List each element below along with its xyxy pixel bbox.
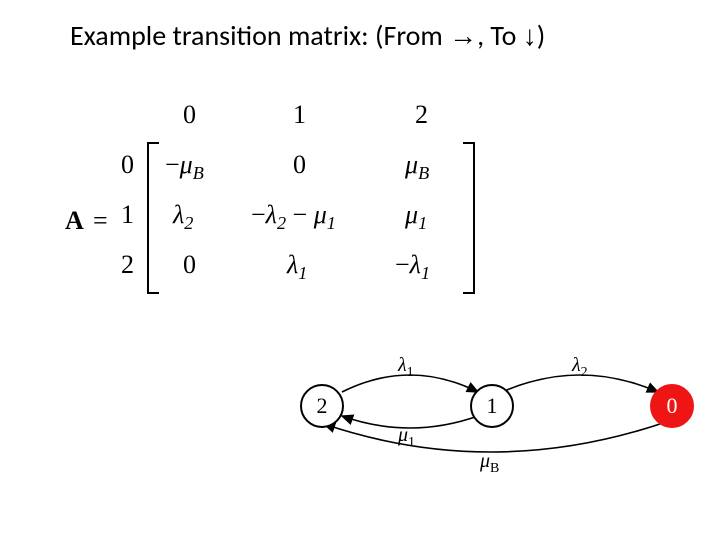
title-suffix: ) xyxy=(537,18,546,53)
arrow-down-icon: ↓ xyxy=(523,20,537,51)
row-header-1: 1 xyxy=(121,200,134,230)
edge-label-lambda1: λ1 xyxy=(398,354,414,377)
row-header-2: 2 xyxy=(121,250,134,280)
col-header-2: 2 xyxy=(415,100,428,130)
edge-label-mu1: μ1 xyxy=(398,424,415,447)
cell-0-2: μB xyxy=(405,150,429,180)
cell-1-0: λ2 xyxy=(173,200,193,230)
state-diagram: 2 1 0 λ1 λ2 μ1 μB xyxy=(280,350,710,470)
cell-2-2: −λ1 xyxy=(395,250,430,280)
cell-2-1: λ1 xyxy=(287,250,307,280)
row-header-0: 0 xyxy=(121,150,134,180)
cell-1-1: −λ2 − μ1 xyxy=(251,200,336,230)
bracket-left-icon xyxy=(147,142,159,294)
cell-0-1: 0 xyxy=(293,150,306,180)
arrow-right-icon: → xyxy=(449,20,477,51)
state-node-0: 0 xyxy=(650,384,694,428)
matrix-symbol: A xyxy=(65,206,84,236)
cell-1-2: μ1 xyxy=(405,200,427,230)
edge-label-mub: μB xyxy=(480,450,499,473)
state-node-2: 2 xyxy=(300,384,344,428)
title-prefix: Example transition matrix: (From xyxy=(70,18,449,53)
cell-2-0: 0 xyxy=(183,250,196,280)
title-mid: , To xyxy=(477,18,523,53)
edge-label-lambda2: λ2 xyxy=(572,354,588,377)
equals-sign: = xyxy=(93,206,108,236)
page-title: Example transition matrix: (From →, To ↓… xyxy=(70,18,545,53)
cell-0-0: −μB xyxy=(165,150,204,180)
col-header-1: 1 xyxy=(293,100,306,130)
state-node-1: 1 xyxy=(470,384,514,428)
col-header-0: 0 xyxy=(183,100,196,130)
bracket-right-icon xyxy=(463,142,475,294)
